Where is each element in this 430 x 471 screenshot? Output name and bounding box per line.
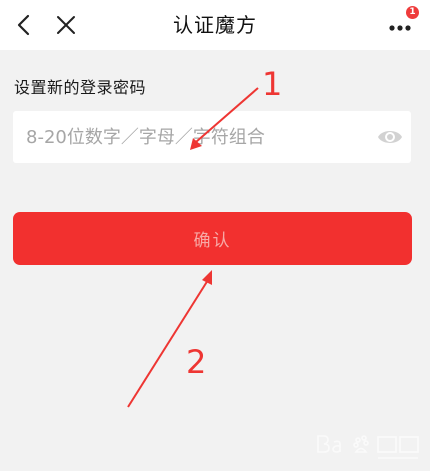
password-label: 设置新的登录密码 (14, 78, 147, 97)
password-field-container (13, 111, 411, 163)
page-title: 认证魔方 (173, 13, 257, 37)
nav-bar: 认证魔方 1 (0, 0, 430, 50)
password-input[interactable] (13, 111, 363, 163)
baidu-jingyan-watermark (317, 435, 419, 459)
step-number-1: 1 (262, 65, 283, 103)
arrow-2 (127, 270, 212, 408)
notification-badge: 1 (406, 6, 419, 19)
step-number-2: 2 (186, 343, 207, 381)
eye-icon[interactable] (377, 125, 403, 149)
confirm-button[interactable]: 确认 (13, 212, 412, 265)
